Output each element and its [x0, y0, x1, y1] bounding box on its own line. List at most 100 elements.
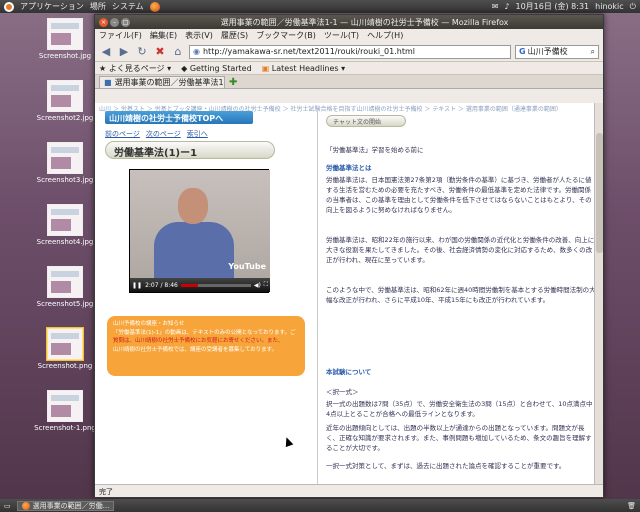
sub-heading: ＜択一式＞ [326, 388, 359, 396]
paragraph: 労働基準法は、日本国憲法第27条第2項（勤労条件の基準）に基づき、労働者が人たる… [326, 176, 592, 215]
menu-places[interactable]: 場所 [90, 1, 106, 12]
lecturer-figure [154, 222, 234, 278]
url-bar[interactable]: ◉ http://yamakawa-sr.net/text2011/rouki/… [189, 44, 511, 59]
close-icon[interactable]: × [99, 17, 108, 27]
search-input[interactable]: G 山川予備校 ⌕ [515, 44, 599, 59]
heading-rouki: 労働基準法とは [326, 164, 372, 172]
minimize-icon[interactable]: – [110, 17, 119, 27]
volume-icon[interactable]: ◀) [254, 282, 261, 289]
desktop-icon[interactable]: Screenshot2.jpg [30, 80, 100, 122]
bookmark-latest-headlines[interactable]: ▣ Latest Headlines ▾ [262, 64, 345, 73]
ubuntu-logo-icon[interactable] [4, 1, 14, 12]
trash-icon[interactable]: 🗑 [627, 502, 636, 510]
taskbar-item-firefox[interactable]: 選用事業の範囲／労働... [16, 500, 115, 511]
notice-line: 「労働基準法(1)-1」の動画は、テキストのみの公開となっております。ご [113, 329, 296, 336]
video-controls: ❚❚ 2:07 / 8:46 ◀) ⛶ [130, 278, 270, 292]
prev-page-link[interactable]: 前のページ [105, 129, 140, 139]
fullscreen-icon[interactable]: ⛶ [264, 281, 268, 289]
tab-bar: ■ 選用事業の範囲／労働基準法1-1 × ✚ [95, 75, 603, 89]
bookmark-most-visited[interactable]: ★ よく見るページ ▾ [99, 63, 171, 74]
user-name[interactable]: hinokic [595, 2, 624, 11]
window-titlebar[interactable]: × – □ 選用事業の範囲／労働基準法1-1 — 山川靖樹の社労士予備校 — M… [95, 15, 603, 29]
firefox-window: × – □ 選用事業の範囲／労働基準法1-1 — 山川靖樹の社労士予備校 — M… [94, 14, 604, 498]
mail-icon[interactable]: ✉ [492, 2, 499, 11]
bookmarks-toolbar: ★ よく見るページ ▾ ◆ Getting Started ▣ Latest H… [95, 62, 603, 75]
tab-current[interactable]: ■ 選用事業の範囲／労働基準法1-1 × [99, 76, 225, 88]
vertical-scrollbar[interactable] [594, 103, 603, 485]
clock[interactable]: 10月16日 (金) 8:31 [516, 1, 590, 12]
desktop-icon[interactable]: Screenshot.jpg [30, 18, 100, 60]
paragraph: このような中で、労働基準法は、昭和62年に週40時間労働制を基本とする労働時間法… [326, 286, 596, 305]
page-favicon-icon: ■ [104, 78, 112, 87]
image-thumbnail-icon [47, 142, 83, 174]
heading-exam: 本試験について [326, 368, 372, 376]
index-link[interactable]: 索引へ [187, 129, 208, 139]
desktop-icon[interactable]: Screenshot3.jpg [30, 142, 100, 184]
paragraph: 近年の出題傾向としては、出題の半数以上が通達からの出題となっています。問題文が長… [326, 424, 592, 453]
bookmark-getting-started[interactable]: ◆ Getting Started [181, 64, 252, 73]
volume-icon[interactable]: ♪ [504, 2, 509, 11]
new-tab-icon[interactable]: ✚ [229, 77, 237, 88]
video-frame[interactable]: YouTube [130, 170, 270, 278]
paragraph: 択一式の出題数は7問（35点）で、労働安全衛生法の3問（15点）と合わせて、10… [326, 400, 593, 419]
menu-view[interactable]: 表示(V) [185, 30, 213, 41]
forward-icon[interactable]: ▶ [117, 45, 131, 59]
bookmark-icon: ★ [99, 63, 109, 73]
window-title: 選用事業の範囲／労働基準法1-1 — 山川靖樹の社労士予備校 — Mozilla… [220, 17, 509, 27]
image-thumbnail-icon [47, 204, 83, 236]
menubar: ファイル(F) 編集(E) 表示(V) 履歴(S) ブックマーク(B) ツール(… [95, 29, 603, 42]
section-title: 労働基準法(1)ー1 [105, 141, 275, 159]
paragraph: 一択一式対策として、まずは、過去に出題された論点を確認することが重要です。 [326, 462, 566, 470]
menu-bookmarks[interactable]: ブックマーク(B) [256, 30, 316, 41]
power-icon[interactable]: ⏻ [630, 2, 636, 12]
image-thumbnail-icon [47, 80, 83, 112]
firefox-icon [21, 501, 30, 510]
scrollbar-thumb[interactable] [596, 133, 603, 253]
lecturer-head [178, 188, 208, 224]
menu-history[interactable]: 履歴(S) [221, 30, 248, 41]
paragraph: 労働基準法は、昭和22年の施行以来、わが国の労働関係の近代化と労働条件の改善、向… [326, 236, 595, 265]
status-bar: 完了 [95, 484, 603, 497]
intro-text: 「労働基準法」学習を始める前に [326, 146, 424, 154]
navigation-toolbar: ◀ ▶ ↻ ✖ ⌂ ◉ http://yamakawa-sr.net/text2… [95, 42, 603, 62]
page-content: 山川 ＞ 労基スト ＞ 労基とブッタ講座・山川靖樹のの社労士予備校 ＞ 社労士試… [95, 103, 603, 485]
menu-applications[interactable]: アプリケーション [20, 1, 84, 12]
menu-edit[interactable]: 編集(E) [150, 30, 177, 41]
stop-icon[interactable]: ✖ [153, 45, 167, 59]
menu-help[interactable]: ヘルプ(H) [367, 30, 403, 41]
top-page-link[interactable]: 山川靖樹の社労士予備校TOPへ [105, 111, 253, 124]
desktop-icon[interactable]: Screenshot.png [30, 328, 100, 370]
search-value: 山川予備校 [527, 47, 568, 56]
menu-system[interactable]: システム [112, 1, 144, 12]
next-page-link[interactable]: 次のページ [146, 129, 181, 139]
menu-tools[interactable]: ツール(T) [324, 30, 359, 41]
right-column: チャット文の開始 「労働基準法」学習を始める前に 労働基準法とは 労働基準法は、… [317, 111, 597, 485]
show-desktop-icon[interactable]: ▭ [4, 502, 11, 510]
chat-button[interactable]: チャット文の開始 [326, 115, 406, 127]
desktop-icon[interactable]: Screenshot4.jpg [30, 204, 100, 246]
search-icon[interactable]: ⌕ [591, 47, 595, 57]
rss-icon: ▣ [261, 63, 272, 73]
home-icon[interactable]: ⌂ [171, 45, 185, 59]
youtube-logo[interactable]: YouTube [228, 262, 266, 271]
video-progress-bar[interactable] [180, 283, 251, 287]
desktop-icon[interactable]: Screenshot5.jpg [30, 266, 100, 308]
notice-box: 山川予備校の講座・お知らせ 「労働基準法(1)-1」の動画は、テキストのみの公開… [107, 316, 305, 376]
reload-icon[interactable]: ↻ [135, 45, 149, 59]
image-thumbnail-icon [47, 328, 83, 360]
desktop-icon[interactable]: Screenshot-1.png [30, 390, 100, 432]
notice-line: 山川予備校の講座・お知らせ [113, 321, 185, 327]
video-player[interactable]: YouTube ❚❚ 2:07 / 8:46 ◀) ⛶ [129, 169, 270, 293]
image-thumbnail-icon [47, 18, 83, 50]
pause-icon[interactable]: ❚❚ [132, 282, 142, 289]
bookmark-icon: ◆ [181, 63, 190, 73]
firefox-launcher-icon[interactable] [149, 1, 160, 12]
notice-line-highlight[interactable]: 質問は、山川靖樹の社労士予備校にお気軽にお寄せください。また、 [113, 337, 299, 346]
image-thumbnail-icon [47, 390, 83, 422]
url-text: http://yamakawa-sr.net/text2011/rouki/ro… [202, 47, 415, 56]
globe-icon: ◉ [193, 47, 200, 56]
menu-file[interactable]: ファイル(F) [99, 30, 142, 41]
maximize-icon[interactable]: □ [121, 17, 130, 27]
image-thumbnail-icon [47, 266, 83, 298]
back-icon[interactable]: ◀ [99, 45, 113, 59]
